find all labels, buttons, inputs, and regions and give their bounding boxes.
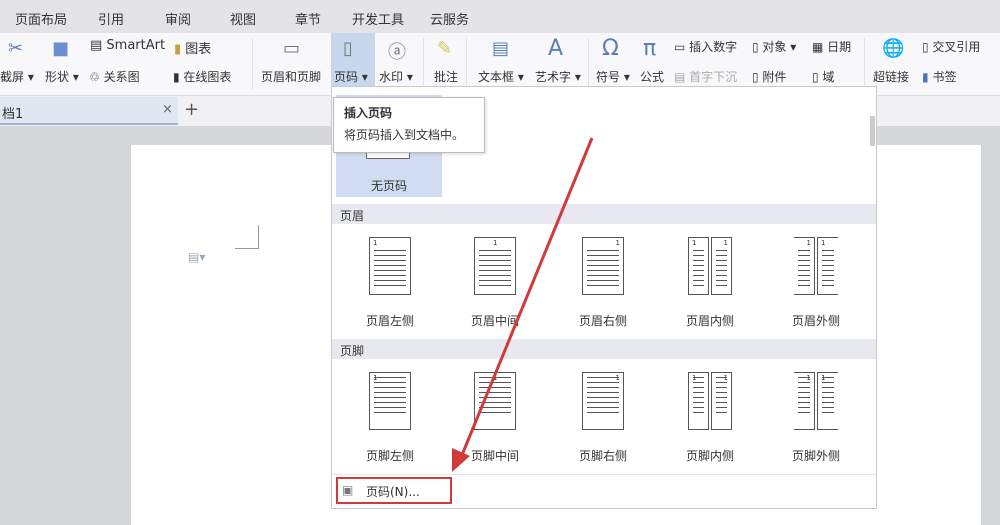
arrow-head [452,448,470,472]
annotation-arrow [452,137,594,472]
arrow-line [460,137,594,456]
